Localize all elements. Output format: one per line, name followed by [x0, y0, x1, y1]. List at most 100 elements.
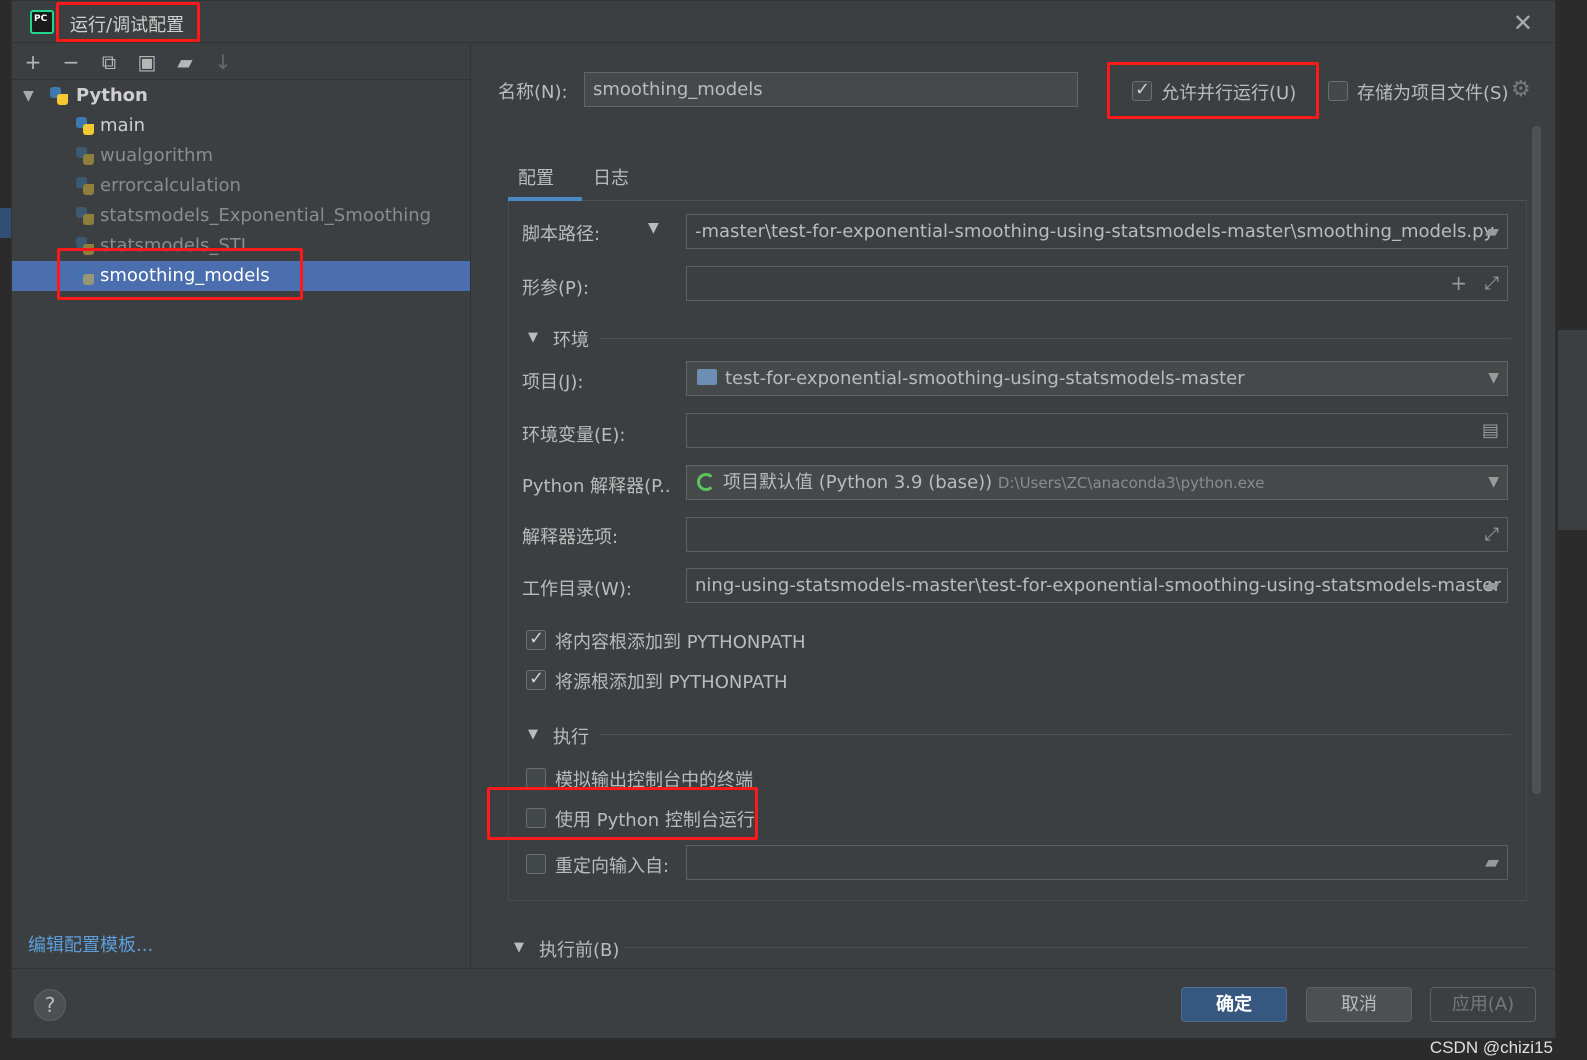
gear-icon[interactable]: ⚙ — [1511, 77, 1531, 102]
workdir-label: 工作目录(W): — [522, 579, 632, 600]
help-button[interactable]: ? — [34, 989, 66, 1021]
script-path-input[interactable]: -master\test-for-exponential-smoothing-u… — [686, 214, 1508, 249]
store-project-checkbox[interactable] — [1328, 81, 1348, 101]
expand-icon[interactable]: ⤢ — [1485, 518, 1499, 551]
tab-config[interactable]: 配置 — [518, 164, 554, 190]
add-content-roots-label: 将内容根添加到 PYTHONPATH — [555, 632, 806, 653]
python-icon — [76, 207, 94, 225]
redirect-input-field[interactable]: ▰ — [686, 845, 1508, 880]
name-input[interactable]: smoothing_models — [584, 72, 1078, 107]
tree-group-python[interactable]: ▼ Python — [12, 81, 470, 111]
tree-item-errorcalculation[interactable]: errorcalculation — [12, 171, 470, 201]
edit-templates-link[interactable]: 编辑配置模板... — [28, 931, 153, 957]
name-label: 名称(N): — [498, 82, 568, 103]
folder-icon[interactable]: ▰ — [1485, 846, 1499, 879]
chevron-down-icon[interactable]: ▼ — [528, 330, 538, 345]
chevron-down-icon[interactable]: ▼ — [514, 940, 524, 955]
allow-parallel-label: 允许并行运行(U) — [1161, 83, 1297, 104]
dialog-title: 运行/调试配置 — [70, 15, 185, 36]
tree-item-main[interactable]: main — [12, 111, 470, 141]
script-path-type-dropdown[interactable]: ▼ — [648, 220, 659, 236]
interpreter-value: 项目默认值 (Python 3.9 (base)) — [723, 472, 993, 493]
interpreter-status-icon — [697, 473, 715, 491]
add-source-roots-label: 将源根添加到 PYTHONPATH — [555, 672, 788, 693]
redirect-input-checkbox[interactable] — [526, 854, 546, 874]
interpreter-label: Python 解释器(P.. — [522, 476, 671, 497]
cancel-button[interactable]: 取消 — [1306, 987, 1412, 1022]
emulate-terminal-checkbox[interactable] — [526, 768, 546, 788]
section-divider — [599, 734, 1511, 735]
tree-item-label: errorcalculation — [100, 175, 241, 196]
redirect-input-label: 重定向输入自: — [555, 856, 670, 877]
store-project-label: 存储为项目文件(S) — [1357, 83, 1509, 104]
interp-options-input[interactable]: ⤢ — [686, 517, 1508, 552]
tree-item-label: statsmodels_Exponential_Smoothing — [100, 205, 432, 226]
sort-icon[interactable]: ↓ — [210, 49, 236, 75]
env-vars-input[interactable]: ▤ — [686, 413, 1508, 448]
chevron-down-icon[interactable]: ▼ — [1488, 362, 1499, 395]
close-icon[interactable]: ✕ — [1513, 9, 1533, 37]
background-ide-selection — [0, 208, 11, 238]
folder-icon[interactable]: ▰ — [172, 49, 198, 75]
python-icon — [50, 87, 68, 105]
ok-button[interactable]: 确定 — [1181, 987, 1287, 1022]
add-icon[interactable]: + — [1450, 267, 1467, 300]
env-vars-label: 环境变量(E): — [522, 425, 626, 446]
apply-button[interactable]: 应用(A) — [1430, 987, 1536, 1022]
tree-item-smoothing-models[interactable]: smoothing_models — [12, 261, 470, 291]
document-icon[interactable]: ▤ — [1482, 414, 1499, 447]
script-path-label: 脚本路径: — [522, 224, 601, 245]
chevron-down-icon[interactable]: ▼ — [1488, 466, 1499, 499]
save-icon[interactable]: ▣ — [134, 49, 160, 75]
chevron-down-icon[interactable]: ▼ — [528, 727, 538, 742]
folder-icon[interactable]: ▰ — [1485, 215, 1499, 248]
project-folder-icon — [697, 369, 717, 385]
tree-toolbar: + − ⧉ ▣ ▰ ↓ — [12, 44, 470, 80]
tree-item-label: wualgorithm — [100, 145, 214, 166]
params-label: 形参(P): — [522, 278, 589, 299]
tree-item-wualgorithm[interactable]: wualgorithm — [12, 141, 470, 171]
run-debug-configurations-dialog: 运行/调试配置 ✕ + − ⧉ ▣ ▰ ↓ ▼ Python main wual — [11, 0, 1556, 1038]
add-source-roots-checkbox[interactable] — [526, 668, 546, 690]
script-path-value: -master\test-for-exponential-smoothing-u… — [695, 221, 1495, 242]
python-icon — [76, 147, 94, 165]
section-divider — [624, 947, 1527, 948]
vertical-scrollbar[interactable] — [1532, 126, 1541, 794]
tree-item-statsmodels-exponential-smoothing[interactable]: statsmodels_Exponential_Smoothing — [12, 201, 470, 231]
tree-item-label: smoothing_models — [100, 265, 270, 286]
copy-icon[interactable]: ⧉ — [96, 49, 122, 75]
before-launch-title: 执行前(B) — [539, 940, 620, 961]
tree-item-label: main — [100, 115, 145, 136]
add-content-roots-checkbox[interactable] — [526, 628, 546, 650]
expand-icon[interactable]: ⤢ — [1485, 267, 1499, 300]
allow-parallel-checkbox[interactable] — [1132, 79, 1152, 101]
pycharm-app-icon — [30, 10, 54, 34]
python-icon — [76, 177, 94, 195]
run-with-console-checkbox[interactable] — [526, 808, 546, 828]
title-bar: 运行/调试配置 ✕ — [12, 1, 1555, 43]
python-icon — [76, 117, 94, 135]
chevron-down-icon: ▼ — [23, 88, 34, 104]
tab-logs[interactable]: 日志 — [593, 164, 629, 190]
folder-icon[interactable]: ▰ — [1485, 569, 1499, 602]
tree-item-statsmodels-stl[interactable]: statsmodels_STL — [12, 231, 470, 261]
params-input[interactable]: + ⤢ — [686, 266, 1508, 301]
emulate-terminal-label: 模拟输出控制台中的终端 — [555, 770, 753, 791]
workdir-value: ning-using-statsmodels-master\test-for-e… — [695, 575, 1501, 596]
section-divider — [599, 338, 1511, 339]
project-value: test-for-exponential-smoothing-using-sta… — [725, 368, 1245, 389]
interpreter-select[interactable]: 项目默认值 (Python 3.9 (base)) D:\Users\ZC\an… — [686, 465, 1508, 500]
tree-item-label: statsmodels_STL — [100, 235, 251, 256]
remove-icon[interactable]: − — [58, 49, 84, 75]
dialog-footer: ? 确定 取消 应用(A) — [12, 968, 1555, 1038]
background-ide-panel — [1558, 330, 1587, 530]
python-icon — [76, 267, 94, 285]
interp-options-label: 解释器选项: — [522, 527, 619, 548]
add-icon[interactable]: + — [20, 49, 46, 75]
background-ide-bottom — [0, 1037, 1587, 1060]
background-ide-right — [1556, 0, 1587, 1060]
project-label: 项目(J): — [522, 372, 584, 393]
workdir-input[interactable]: ning-using-statsmodels-master\test-for-e… — [686, 568, 1508, 603]
project-select[interactable]: test-for-exponential-smoothing-using-sta… — [686, 361, 1508, 396]
background-ide-left — [0, 0, 11, 1060]
